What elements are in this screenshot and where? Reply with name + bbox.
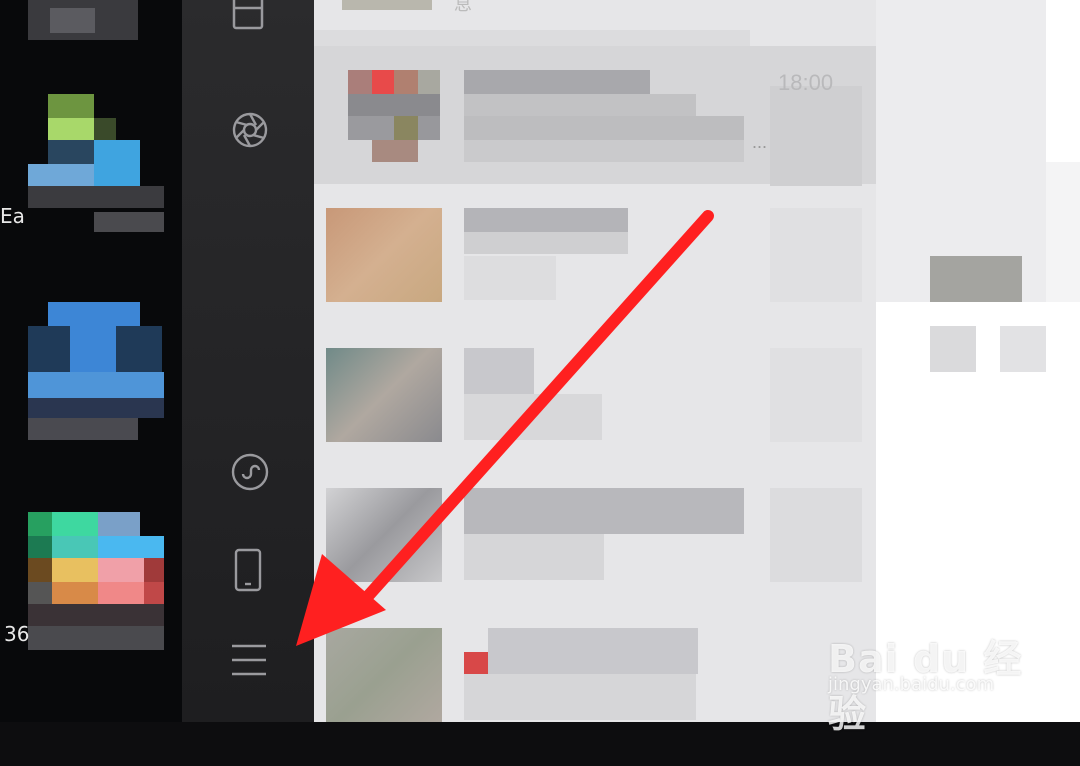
watermark-url: jingyan.baidu.com: [828, 674, 995, 695]
baidu-jingyan-watermark: Bai du 经验 jingyan.baidu.com: [828, 604, 1028, 736]
